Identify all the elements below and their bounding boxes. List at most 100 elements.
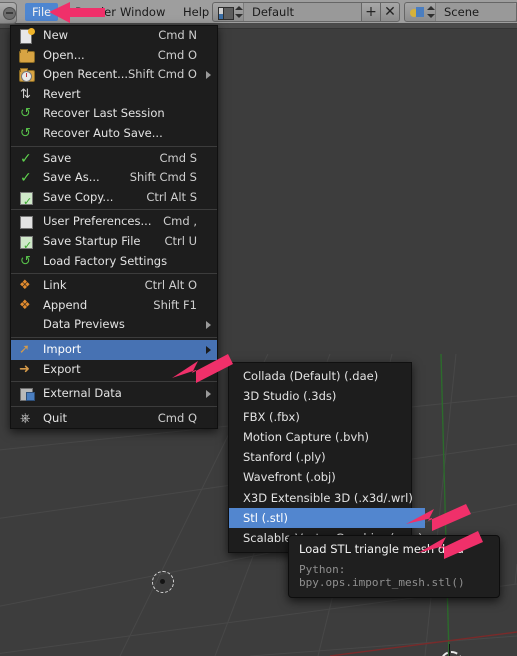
scene-icon [408,5,425,19]
menu-item-label: Save As... [43,170,100,185]
import-item-collada[interactable]: Collada (Default) (.dae) [229,366,411,386]
menu-item-data-previews[interactable]: Data Previews [11,315,217,335]
menu-item-revert[interactable]: ⇅ Revert [11,85,217,105]
save-copy-icon: ✓ [19,191,34,208]
export-icon: ➜ [19,361,30,377]
blender-logo-icon[interactable] [0,2,17,24]
menu-window[interactable]: Window [113,3,172,21]
menu-separator [11,405,217,407]
menu-separator [11,381,217,383]
menu-file[interactable]: File [25,3,59,21]
new-file-icon [19,28,35,44]
menu-item-label: Recover Last Session [43,106,165,121]
import-item-fbx[interactable]: FBX (.fbx) [229,407,411,427]
menu-item-label: Save Startup File [43,233,141,248]
tooltip-python-line: Python: bpy.ops.import_mesh.stl() [299,563,465,589]
chevron-right-icon [206,390,211,399]
remove-screen-layout-button[interactable]: ✕ [380,2,400,22]
save-startup-icon: ✓ [19,235,34,252]
menu-item-label: Load Factory Settings [43,253,168,268]
chevron-right-icon [206,365,211,374]
screen-layout-icon [216,5,234,20]
menu-item-label: Append [43,297,88,312]
recover-autosave-icon: ↺ [20,125,31,141]
menu-item-label: New [43,28,69,42]
menu-help[interactable]: Help [176,3,216,21]
import-item-3ds[interactable]: 3D Studio (.3ds) [229,386,411,406]
import-item-bvh[interactable]: Motion Capture (.bvh) [229,427,411,447]
recover-session-icon: ↺ [20,106,31,122]
screen-layout-value: Default [243,3,371,21]
menu-item-label: Data Previews [43,317,125,332]
save-as-icon: ✓ [20,170,32,187]
menu-separator [11,336,217,338]
menu-separator [11,209,217,211]
menu-item-label: External Data [43,386,122,401]
menu-item-label: Open Recent... [43,67,129,82]
import-item-x3d[interactable]: X3D Extensible 3D (.x3d/.wrl) [229,488,413,508]
file-menu-dropdown[interactable]: New Cmd N Open... Cmd O Open Recent... S… [10,25,218,430]
menu-item-shortcut: Cmd O [157,47,197,62]
menu-separator [11,273,217,275]
menu-item-shortcut: Cmd N [158,28,197,42]
chevron-right-icon [206,71,211,80]
menu-item-label: Revert [43,86,81,101]
import-icon: ➚ [19,341,30,357]
scene-value: Scene [435,3,516,21]
top-header-bar: File Render Window Help Default + ✕ Scen… [0,0,517,24]
screen-layout-selector[interactable]: Default [212,2,372,22]
menu-item-shortcut: Cmd Q [157,410,197,425]
menu-item-save-copy[interactable]: ✓ Save Copy... Ctrl Alt S [11,188,217,208]
menu-item-recover-last-session[interactable]: ↺ Recover Last Session [11,104,217,124]
menu-item-shortcut: Shift F1 [153,297,197,312]
menu-item-import[interactable]: ➚ Import [11,339,217,360]
scene-stepper[interactable] [426,5,435,19]
user-preferences-icon [19,215,34,230]
revert-icon: ⇅ [20,86,31,102]
menu-item-user-preferences[interactable]: User Preferences... Cmd , [11,212,217,232]
screen-layout-stepper[interactable] [234,5,243,19]
menu-item-shortcut: Ctrl Alt O [144,278,197,293]
external-data-icon [19,387,35,402]
menu-item-link[interactable]: ❖ Link Ctrl Alt O [11,276,217,296]
menu-item-open[interactable]: Open... Cmd O [11,46,217,66]
menu-item-label: Quit [43,410,68,425]
object-origin-icon [433,644,467,656]
append-icon: ❖ [19,297,31,313]
import-submenu[interactable]: Collada (Default) (.dae) 3D Studio (.3ds… [228,362,425,553]
tooltip-title: Load STL triangle mesh data [299,542,464,556]
axis-x-line [329,631,517,656]
open-folder-icon [19,48,35,63]
import-item-stl[interactable]: Stl (.stl) [229,508,425,529]
axis-y-line [440,353,450,656]
scene-selector[interactable]: Scene [404,2,517,22]
tooltip: Load STL triangle mesh data Python: bpy.… [288,535,500,598]
import-item-obj[interactable]: Wavefront (.obj) [229,467,411,487]
menu-item-recover-auto-save[interactable]: ↺ Recover Auto Save... [11,124,217,144]
add-screen-layout-button[interactable]: + [361,2,381,22]
menu-item-external-data[interactable]: External Data [11,384,217,404]
menu-item-save-startup-file[interactable]: ✓ Save Startup File Ctrl U [11,232,217,252]
import-item-ply[interactable]: Stanford (.ply) [229,447,411,467]
menu-item-label: Save Copy... [43,189,114,204]
menu-item-shortcut: Cmd S [159,150,198,165]
chevron-right-icon [206,345,211,354]
menu-item-load-factory-settings[interactable]: ↺ Load Factory Settings [11,252,217,272]
menu-item-quit[interactable]: ⎈ Quit Cmd Q [11,409,217,429]
save-check-icon: ✓ [20,150,32,167]
menu-item-shortcut: Ctrl U [164,233,197,248]
menu-item-save[interactable]: ✓ Save Cmd S [11,149,217,169]
menu-item-append[interactable]: ❖ Append Shift F1 [11,296,217,316]
menu-item-new[interactable]: New Cmd N [11,26,217,46]
menu-item-label: User Preferences... [43,214,152,229]
menu-item-shortcut: Shift Cmd S [129,170,197,185]
open-recent-icon [19,68,35,83]
quit-icon: ⎈ [20,410,31,426]
menu-item-save-as[interactable]: ✓ Save As... Shift Cmd S [11,168,217,188]
menu-item-export[interactable]: ➜ Export [11,360,217,380]
chevron-right-icon [206,321,211,330]
3d-cursor-icon [152,571,174,593]
link-icon: ❖ [19,278,31,294]
menu-item-shortcut: Shift Cmd O [127,67,197,82]
menu-item-open-recent[interactable]: Open Recent... Shift Cmd O [11,65,217,85]
